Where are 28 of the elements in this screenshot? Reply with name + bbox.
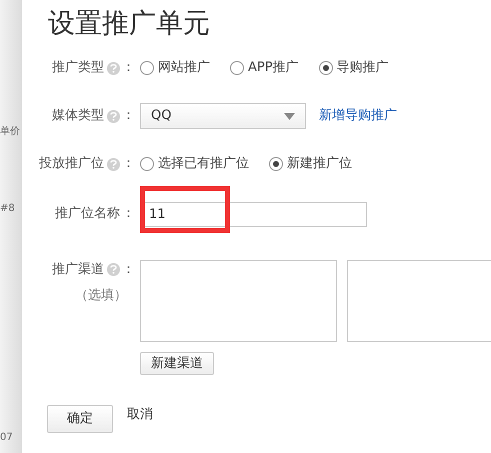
optional-note: （选填） (75, 286, 127, 304)
background-text: 单价 (0, 124, 20, 139)
field-label: 投放推广位 (39, 155, 104, 174)
radio-option[interactable]: 新建推广位 (269, 154, 352, 174)
colon: ： (122, 59, 135, 78)
radio-option[interactable]: 导购推广 (318, 58, 389, 78)
colon: ： (122, 261, 135, 279)
field-label: 媒体类型 (52, 107, 104, 126)
colon: ： (122, 155, 135, 174)
field-label: 推广位名称 (55, 205, 120, 224)
field-label: 推广渠道 (52, 261, 104, 279)
radio-option[interactable]: 选择已有推广位 (140, 154, 249, 174)
colon: ： (122, 205, 135, 224)
caret-icon (284, 112, 295, 120)
background-text: #8 (0, 202, 15, 216)
media-type-dropdown[interactable]: QQ (140, 103, 306, 129)
new-channel-button[interactable]: 新建渠道 (140, 352, 214, 375)
radio-option[interactable]: APP推广 (230, 58, 299, 78)
background-text: 07 (0, 431, 13, 445)
confirm-button[interactable]: 确定 (47, 405, 113, 433)
field-label: 推广类型 (52, 59, 104, 78)
colon: ： (122, 107, 135, 126)
channel-list-box[interactable] (140, 260, 337, 342)
add-link[interactable]: 新增导购推广 (319, 106, 397, 126)
dialog-title: 设置推广单元 (48, 7, 211, 41)
channel-list-box[interactable] (347, 260, 491, 342)
cancel-link[interactable]: 取消 (127, 405, 153, 424)
radio-option[interactable]: 网站推广 (140, 58, 210, 78)
